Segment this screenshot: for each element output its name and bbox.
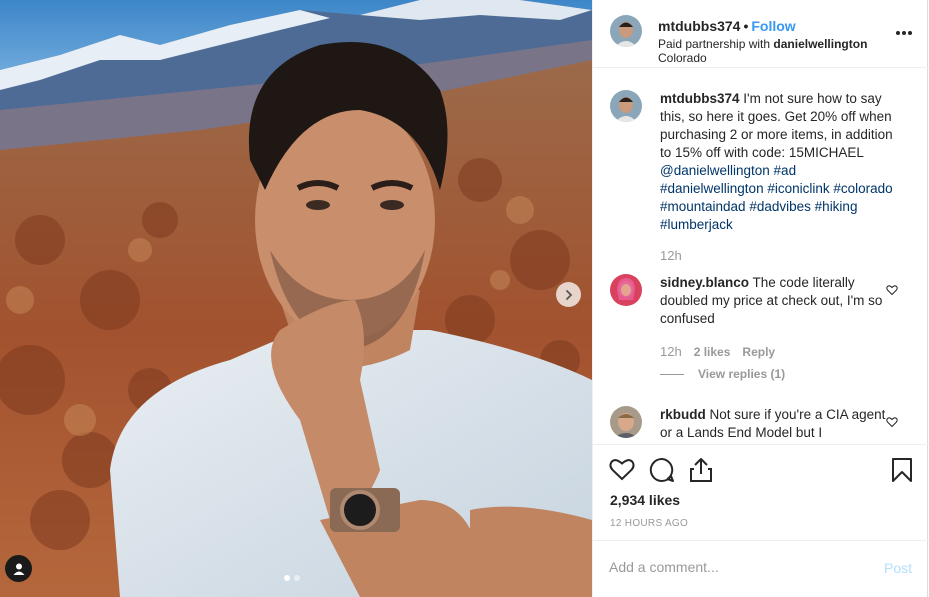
like-comment-button[interactable] [886,416,898,431]
hashtag-link[interactable]: #ad [774,163,797,178]
caption-avatar[interactable] [610,90,642,122]
more-options-button[interactable] [895,20,913,41]
partnership-prefix: Paid partnership with [658,37,774,51]
hashtag-link[interactable]: #colorado [833,181,892,196]
comment-text: rkbudd Not sure if you're a CIA agent or… [660,406,900,442]
likes-count[interactable]: 2,934 likes [610,492,680,508]
like-comment-button[interactable] [886,284,898,299]
comment-likes[interactable]: 2 likes [694,345,731,359]
partner-link[interactable]: danielwellington [773,37,867,51]
location-link[interactable]: Colorado [658,51,707,65]
next-photo-button[interactable] [556,282,581,307]
bookmark-icon [892,458,912,482]
caption-username[interactable]: mtdubbs374 [660,91,740,106]
replies-line [660,373,684,375]
mention-link[interactable]: @danielwellington [660,163,770,178]
separator-dot: • [743,18,749,34]
comment-text: sidney.blanco The code literally doubled… [660,274,900,328]
like-button[interactable] [609,457,635,484]
hashtag-link[interactable]: #iconiclink [767,181,829,196]
follow-button[interactable]: Follow [751,18,795,34]
comment-meta: 12h 2 likes Reply [660,344,775,359]
hashtag-link[interactable]: #lumberjack [660,217,733,232]
heart-icon [886,285,898,296]
comment-button[interactable] [649,457,675,486]
view-replies-label: View replies (1) [698,367,786,381]
commenter-avatar[interactable] [610,274,642,306]
save-button[interactable] [891,457,913,486]
post-header: mtdubbs374 • Follow Paid partnership with … [593,0,929,68]
author-avatar[interactable] [610,15,642,47]
add-comment-input[interactable] [609,559,859,575]
commenter-avatar[interactable] [610,406,642,438]
carousel-dot [294,575,300,581]
heart-icon [886,417,898,428]
hashtag-link[interactable]: #danielwellington [660,181,764,196]
share-icon [690,458,712,482]
caption-time[interactable]: 12h [660,248,682,263]
author-username[interactable]: mtdubbs374 [658,18,740,34]
user-tag-button[interactable] [5,555,32,582]
comment-username[interactable]: sidney.blanco [660,275,749,290]
hashtag-link[interactable]: #mountaindad [660,199,746,214]
post-details-panel: mtdubbs374 • Follow Paid partnership with … [592,0,929,597]
comment-time[interactable]: 12h [660,344,682,359]
comment-icon [649,457,674,482]
share-button[interactable] [689,457,713,486]
post-actions: 2,934 likes 12 HOURS AGO [593,444,929,544]
more-horizontal-icon [896,31,912,35]
comments-list[interactable]: mtdubbs374 I'm not sure how to say this,… [593,69,929,444]
hashtag-link[interactable]: #hiking [815,199,858,214]
user-tag-icon [13,563,24,575]
post-timestamp[interactable]: 12 HOURS AGO [610,518,688,529]
add-comment-section: Post [593,540,929,597]
view-replies-button[interactable]: View replies (1) [660,367,785,381]
comment-username[interactable]: rkbudd [660,407,706,422]
reply-button[interactable]: Reply [742,345,775,359]
hashtag-link[interactable]: #dadvibes [749,199,811,214]
post-comment-button[interactable]: Post [884,560,912,576]
heart-icon [609,459,635,481]
chevron-right-icon [565,289,572,300]
post-image [0,0,592,597]
caption-text: mtdubbs374 I'm not sure how to say this,… [660,90,900,234]
carousel-indicator [284,575,300,581]
carousel-dot-active [284,575,290,581]
paid-partnership: Paid partnership with danielwellington [658,37,867,51]
post-photo[interactable] [0,0,592,597]
